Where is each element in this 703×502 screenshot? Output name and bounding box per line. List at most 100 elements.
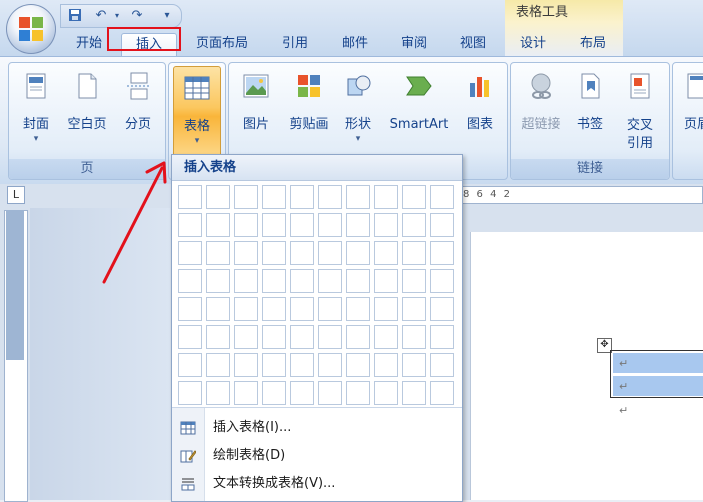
table-grid-cell[interactable]: [346, 381, 370, 405]
table-grid-cell[interactable]: [234, 213, 258, 237]
table-grid-cell[interactable]: [430, 325, 454, 349]
table-grid-cell[interactable]: [402, 381, 426, 405]
table-grid-cell[interactable]: [262, 241, 286, 265]
table-grid-cell[interactable]: [262, 353, 286, 377]
header-button[interactable]: 页眉: [677, 71, 703, 133]
table-grid-cell[interactable]: [178, 213, 202, 237]
cover-page-button[interactable]: 封面 ▾: [13, 71, 59, 145]
table-grid-cell[interactable]: [402, 185, 426, 209]
table-grid-cell[interactable]: [178, 269, 202, 293]
table-grid-cell[interactable]: [430, 381, 454, 405]
undo-dropdown-icon[interactable]: ▾: [109, 8, 125, 24]
table-grid-cell[interactable]: [374, 353, 398, 377]
tab-view[interactable]: 视图: [450, 33, 496, 55]
table-grid-cell[interactable]: [290, 381, 314, 405]
shapes-button[interactable]: 形状 ▾: [337, 71, 379, 145]
chart-button[interactable]: 图表: [459, 71, 501, 133]
table-grid-cell[interactable]: [430, 185, 454, 209]
table-grid-cell[interactable]: [374, 269, 398, 293]
convert-text-to-table-menu-item[interactable]: 文本转换成表格(V)...: [172, 470, 462, 498]
table-grid-cell[interactable]: [262, 325, 286, 349]
table-grid-cell[interactable]: [318, 297, 342, 321]
table-grid-cell[interactable]: [206, 353, 230, 377]
table-grid-cell[interactable]: [402, 241, 426, 265]
table-grid-cell[interactable]: [346, 213, 370, 237]
table-grid-cell[interactable]: [430, 297, 454, 321]
table-grid-cell[interactable]: [318, 325, 342, 349]
tab-design[interactable]: 设计: [510, 33, 556, 55]
insert-table-menu-item[interactable]: 插入表格(I)...: [172, 414, 462, 442]
tab-page-layout[interactable]: 页面布局: [186, 33, 258, 55]
tab-references[interactable]: 引用: [272, 33, 318, 55]
table-grid-cell[interactable]: [178, 241, 202, 265]
tab-home[interactable]: 开始: [66, 33, 112, 55]
table-grid-cell[interactable]: [206, 325, 230, 349]
table-grid-cell[interactable]: [346, 269, 370, 293]
table-grid-cell[interactable]: [318, 241, 342, 265]
table-grid-cell[interactable]: [178, 297, 202, 321]
table-grid-cell[interactable]: [262, 269, 286, 293]
table-grid-cell[interactable]: [206, 297, 230, 321]
table-grid-cell[interactable]: [262, 213, 286, 237]
table-button[interactable]: 表格 ▾: [173, 66, 221, 158]
table-grid-cell[interactable]: [318, 381, 342, 405]
table-grid-cell[interactable]: [318, 213, 342, 237]
picture-button[interactable]: 图片: [235, 71, 277, 133]
table-grid-cell[interactable]: [374, 213, 398, 237]
table-grid-cell[interactable]: [430, 241, 454, 265]
table-grid-cell[interactable]: [206, 241, 230, 265]
table-grid-cell[interactable]: [290, 185, 314, 209]
table-grid-cell[interactable]: [402, 213, 426, 237]
table-grid-cell[interactable]: [318, 269, 342, 293]
table-grid-cell[interactable]: [234, 353, 258, 377]
table-grid-cell[interactable]: [290, 241, 314, 265]
draw-table-menu-item[interactable]: 绘制表格(D): [172, 442, 462, 470]
table-grid-cell[interactable]: [402, 353, 426, 377]
table-grid-cell[interactable]: [234, 325, 258, 349]
table-grid-cell[interactable]: [374, 241, 398, 265]
table-grid-cell[interactable]: [430, 213, 454, 237]
table-grid-cell[interactable]: [178, 353, 202, 377]
table-grid-cell[interactable]: [234, 185, 258, 209]
table-grid-cell[interactable]: [318, 353, 342, 377]
table-grid-cell[interactable]: [178, 185, 202, 209]
tab-review[interactable]: 审阅: [391, 33, 437, 55]
redo-icon[interactable]: ↷: [129, 8, 145, 24]
table-grid-cell[interactable]: [430, 353, 454, 377]
table-grid-cell[interactable]: [374, 381, 398, 405]
horizontal-ruler[interactable]: 8 6 4 2: [462, 186, 703, 204]
table-grid-cell[interactable]: [178, 325, 202, 349]
save-icon[interactable]: [67, 8, 83, 24]
clip-art-button[interactable]: 剪贴画: [283, 71, 335, 133]
table-grid-cell[interactable]: [374, 185, 398, 209]
table-grid-cell[interactable]: [290, 325, 314, 349]
table-grid-cell[interactable]: [346, 297, 370, 321]
table-grid-cell[interactable]: [374, 325, 398, 349]
blank-page-button[interactable]: 空白页: [61, 71, 113, 133]
page-break-button[interactable]: 分页: [115, 71, 161, 133]
table-grid-cell[interactable]: [206, 185, 230, 209]
table-grid-cell[interactable]: [234, 269, 258, 293]
table-grid-cell[interactable]: [262, 185, 286, 209]
tab-selector-button[interactable]: L: [7, 186, 25, 204]
table-grid-cell[interactable]: [430, 269, 454, 293]
table-grid-cell[interactable]: [374, 297, 398, 321]
table-grid-cell[interactable]: [290, 269, 314, 293]
tab-mailings[interactable]: 邮件: [332, 33, 378, 55]
table-grid-cell[interactable]: [290, 213, 314, 237]
customize-qat-icon[interactable]: ▾: [159, 8, 175, 24]
table-grid-cell[interactable]: [318, 185, 342, 209]
hyperlink-button[interactable]: 超链接: [515, 71, 567, 133]
table-grid-cell[interactable]: [402, 269, 426, 293]
table-grid-cell[interactable]: [346, 241, 370, 265]
table-grid-cell[interactable]: [262, 297, 286, 321]
table-grid-cell[interactable]: [290, 353, 314, 377]
undo-icon[interactable]: ↶: [93, 8, 109, 24]
cross-reference-button[interactable]: 交叉 引用: [615, 71, 665, 153]
table-grid-cell[interactable]: [206, 269, 230, 293]
table-grid-cell[interactable]: [178, 381, 202, 405]
table-grid-cell[interactable]: [262, 381, 286, 405]
table-grid-cell[interactable]: [234, 241, 258, 265]
table-grid-cell[interactable]: [290, 297, 314, 321]
bookmark-button[interactable]: 书签: [569, 71, 611, 133]
